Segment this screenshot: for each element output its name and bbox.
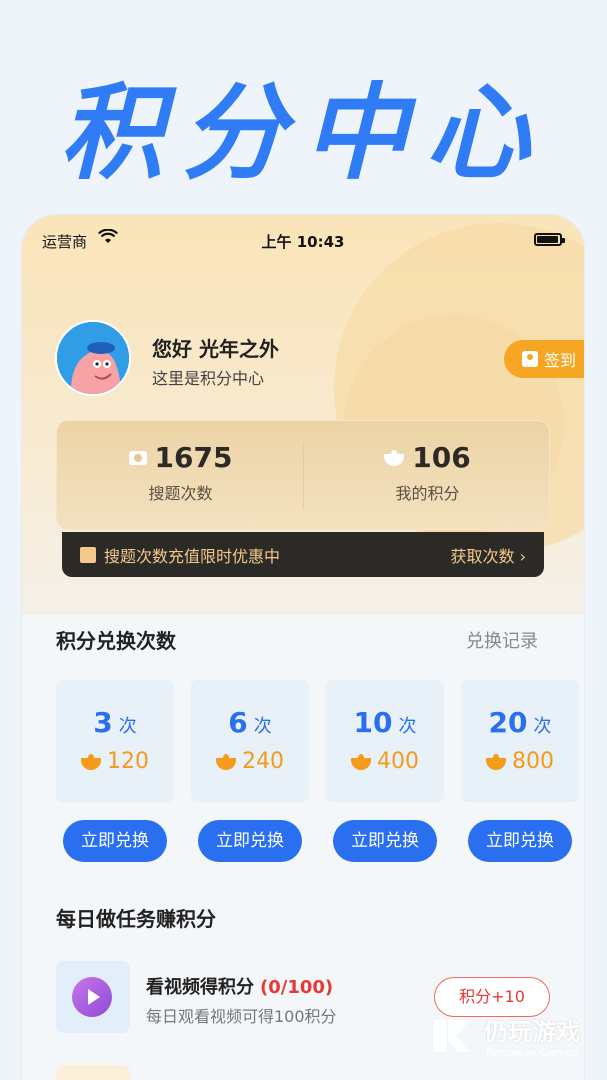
greeting-subtitle: 这里是积分中心 [152, 369, 265, 388]
task-progress: (0/100) [260, 977, 334, 998]
avatar[interactable] [55, 320, 131, 396]
stat-value: 1675 [154, 441, 233, 474]
exchange-option-card[interactable]: 6次 240 [191, 680, 309, 802]
greeting-text: 您好 光年之外 [152, 337, 279, 361]
points-leaf-icon [486, 753, 506, 770]
times-unit: 次 [533, 716, 552, 737]
exchange-option-card[interactable]: 10 次 400 [326, 680, 444, 802]
play-icon [72, 977, 112, 1017]
points-leaf-icon [351, 753, 371, 770]
exchange-option-card[interactable]: 3次 120 [56, 680, 174, 802]
exchange-times: 6 [228, 706, 248, 739]
exchange-cost: 120 [107, 749, 149, 774]
camera-icon [128, 450, 147, 465]
watermark-subtext: Rengwan Games [486, 1046, 579, 1059]
exchange-times: 20 [488, 706, 528, 739]
exchange-section-title: 积分兑换次数 [56, 629, 176, 653]
stats-card: 1675 搜题次数 106 我的积分 [56, 420, 550, 530]
signin-icon [522, 351, 538, 367]
task-icon [56, 961, 130, 1033]
signin-button[interactable]: 签到 [504, 340, 584, 378]
times-unit: 次 [398, 716, 417, 737]
avatar-image [57, 322, 129, 394]
phone-frame: 运营商 上午 10:43 您好 光年之外 这里是积分中心 签到 1675 搜题次… [22, 215, 584, 1080]
hero-title: 积分中心 [59, 72, 548, 194]
battery-icon [534, 233, 565, 246]
watermark-logo-icon [434, 1020, 470, 1052]
task-description: 每日观看视频可得100积分 [146, 1007, 337, 1026]
exchange-button[interactable]: 立即兑换 [198, 820, 302, 862]
stat-value: 106 [412, 441, 471, 474]
watermark: 仍玩游戏 Rengwan Games [430, 1012, 607, 1072]
promo-text: 搜题次数充值限时优惠中 [104, 546, 281, 566]
task-title-text: 看视频得积分 [146, 977, 254, 998]
promo-link[interactable]: 获取次数 › [451, 543, 527, 567]
times-unit: 次 [118, 716, 137, 737]
exchange-option-card[interactable]: 20 次 800 [461, 680, 579, 802]
exchange-button[interactable]: 立即兑换 [468, 820, 572, 862]
chart-icon [80, 546, 96, 563]
exchange-cost: 400 [377, 749, 419, 774]
exchange-record-link[interactable]: 兑换记录 [466, 627, 538, 653]
promo-banner[interactable]: 搜题次数充值限时优惠中 获取次数 › [62, 532, 544, 577]
stat-points: 106 我的积分 [304, 421, 551, 531]
points-leaf-icon [384, 449, 405, 466]
task-icon [56, 1065, 130, 1080]
times-unit: 次 [253, 716, 272, 737]
status-bar: 运营商 上午 10:43 [22, 229, 584, 253]
exchange-options: 3次 120 立即兑换 6次 240 立即兑换 10 次 400 立即兑换 20 次… [56, 680, 584, 862]
task-title: 看视频得积分 (0/100) [146, 973, 333, 999]
exchange-times: 10 [353, 706, 393, 739]
clock: 上午 10:43 [261, 233, 345, 251]
points-leaf-icon [216, 753, 236, 770]
task-reward-button[interactable]: 积分+10 [434, 977, 550, 1017]
stat-label: 我的积分 [395, 484, 460, 503]
signin-label: 签到 [544, 351, 577, 370]
watermark-text: 仍玩游戏 [484, 1018, 580, 1046]
exchange-button[interactable]: 立即兑换 [333, 820, 437, 862]
stat-search-count: 1675 搜题次数 [57, 421, 304, 531]
points-leaf-icon [81, 753, 101, 770]
exchange-times: 3 [93, 706, 113, 739]
exchange-cost: 800 [512, 749, 554, 774]
tasks-section-title: 每日做任务赚积分 [56, 907, 216, 931]
exchange-cost: 240 [242, 749, 284, 774]
exchange-button[interactable]: 立即兑换 [63, 820, 167, 862]
stat-label: 搜题次数 [148, 484, 213, 503]
header-panel: 运营商 上午 10:43 您好 光年之外 这里是积分中心 签到 1675 搜题次… [22, 215, 584, 615]
